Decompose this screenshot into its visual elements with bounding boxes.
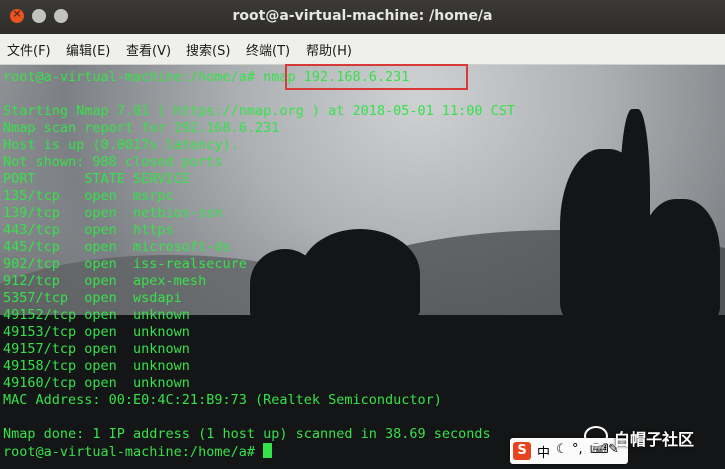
menu-help[interactable]: 帮助(H): [306, 40, 352, 59]
terminal-area[interactable]: root@a-virtual-machine:/home/a# nmap 192…: [0, 65, 725, 469]
background-tree: [620, 109, 650, 319]
menu-view[interactable]: 查看(V): [126, 40, 171, 59]
menu-search[interactable]: 搜索(S): [186, 40, 230, 59]
terminal-output: root@a-virtual-machine:/home/a# nmap 192…: [3, 69, 515, 460]
title-bar: × root@a-virtual-machine: /home/a: [0, 0, 725, 34]
output-line: 49160/tcp open unknown: [3, 375, 190, 391]
background-tree: [640, 199, 720, 319]
output-line: 49152/tcp open unknown: [3, 307, 190, 323]
prompt: root@a-virtual-machine:/home/a#: [3, 69, 264, 85]
output-line: Host is up (0.0017s latency).: [3, 137, 239, 153]
output-line: Not shown: 988 closed ports: [3, 154, 223, 170]
output-line: Nmap scan report for 192.168.6.231: [3, 120, 280, 136]
output-line: PORT STATE SERVICE: [3, 171, 190, 187]
wechat-icon: [584, 426, 608, 446]
output-line: 5357/tcp open wsdapi: [3, 290, 182, 306]
menu-terminal[interactable]: 终端(T): [246, 40, 290, 59]
command-highlight-box: [285, 64, 468, 90]
output-line: 443/tcp open https: [3, 222, 174, 238]
menu-bar: 文件(F) 编辑(E) 查看(V) 搜索(S) 终端(T) 帮助(H): [0, 34, 725, 65]
ime-toolbar[interactable]: S 中 ☾ °, ⌨ ✎: [510, 438, 628, 464]
output-line: 139/tcp open netbios-ssn: [3, 205, 223, 221]
text-cursor: [263, 443, 273, 458]
output-line: 445/tcp open microsoft-ds: [3, 239, 231, 255]
output-line: 912/tcp open apex-mesh: [3, 273, 207, 289]
watermark-text: 白帽子社区: [614, 430, 695, 449]
output-line: [3, 409, 515, 426]
menu-file[interactable]: 文件(F): [7, 40, 51, 59]
ime-mode-chinese[interactable]: 中: [537, 442, 550, 461]
output-line: MAC Address: 00:E0:4C:21:B9:73 (Realtek …: [3, 392, 442, 408]
output-line: 902/tcp open iss-realsecure: [3, 256, 247, 272]
output-line: Nmap done: 1 IP address (1 host up) scan…: [3, 426, 491, 442]
sogou-logo-icon[interactable]: S: [513, 442, 531, 460]
prompt: root@a-virtual-machine:/home/a#: [3, 444, 264, 460]
output-line: 135/tcp open msrpc: [3, 188, 174, 204]
moon-icon[interactable]: ☾: [556, 442, 568, 457]
prompt-line[interactable]: root@a-virtual-machine:/home/a#: [3, 443, 515, 460]
output-line: 49158/tcp open unknown: [3, 358, 190, 374]
window-title: root@a-virtual-machine: /home/a: [232, 8, 493, 24]
output-line: 49157/tcp open unknown: [3, 341, 190, 357]
punctuation-icon[interactable]: °,: [572, 442, 583, 457]
output-line: Starting Nmap 7.01 ( https://nmap.org ) …: [3, 103, 516, 119]
menu-edit[interactable]: 编辑(E): [66, 40, 110, 59]
output-line: 49153/tcp open unknown: [3, 324, 190, 340]
